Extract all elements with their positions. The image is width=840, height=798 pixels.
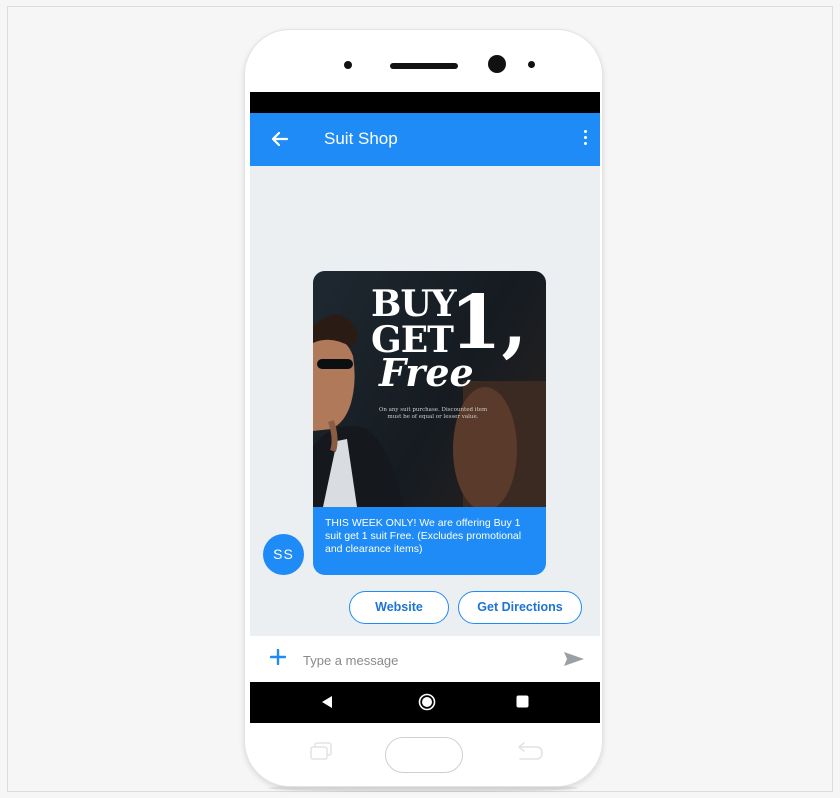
light-sensor	[528, 61, 535, 68]
more-vertical-icon[interactable]	[582, 130, 588, 150]
compose-bar	[250, 636, 600, 682]
promo-headline-free: Free	[379, 350, 474, 395]
promo-fine-print: On any suit purchase. Discounted item mu…	[378, 407, 488, 420]
hardware-home-button	[385, 737, 463, 773]
phone-screen: Suit Shop BUY GET 1, Free On any suit pu…	[250, 92, 600, 723]
front-camera	[488, 55, 506, 73]
square-recent-icon[interactable]	[516, 695, 529, 708]
send-icon[interactable]	[563, 648, 585, 670]
hardware-recent-apps-icon	[310, 742, 332, 760]
chat-area[interactable]: BUY GET 1, Free On any suit purchase. Di…	[250, 166, 600, 636]
arrow-left-icon[interactable]	[270, 129, 290, 149]
promo-image[interactable]: BUY GET 1, Free On any suit purchase. Di…	[313, 271, 546, 507]
plus-icon[interactable]	[270, 649, 286, 665]
hardware-back-icon	[518, 742, 543, 760]
proximity-sensor	[344, 61, 352, 69]
triangle-back-icon[interactable]	[321, 695, 333, 709]
suggestion-get-directions-button[interactable]: Get Directions	[458, 591, 582, 624]
sender-avatar: SS	[263, 534, 304, 575]
android-nav-bar	[250, 682, 600, 723]
promo-rich-card[interactable]: BUY GET 1, Free On any suit purchase. Di…	[313, 271, 546, 575]
promo-message-text: THIS WEEK ONLY! We are offering Buy 1 su…	[325, 517, 522, 555]
earpiece-speaker	[390, 63, 458, 69]
app-bar: Suit Shop	[250, 113, 600, 166]
promo-headline-buy: BUY	[371, 283, 457, 325]
status-bar	[250, 92, 600, 113]
suggestion-website-button[interactable]: Website	[349, 591, 449, 624]
message-input[interactable]	[303, 650, 543, 670]
circle-home-icon[interactable]	[418, 693, 436, 711]
conversation-title: Suit Shop	[324, 129, 398, 148]
